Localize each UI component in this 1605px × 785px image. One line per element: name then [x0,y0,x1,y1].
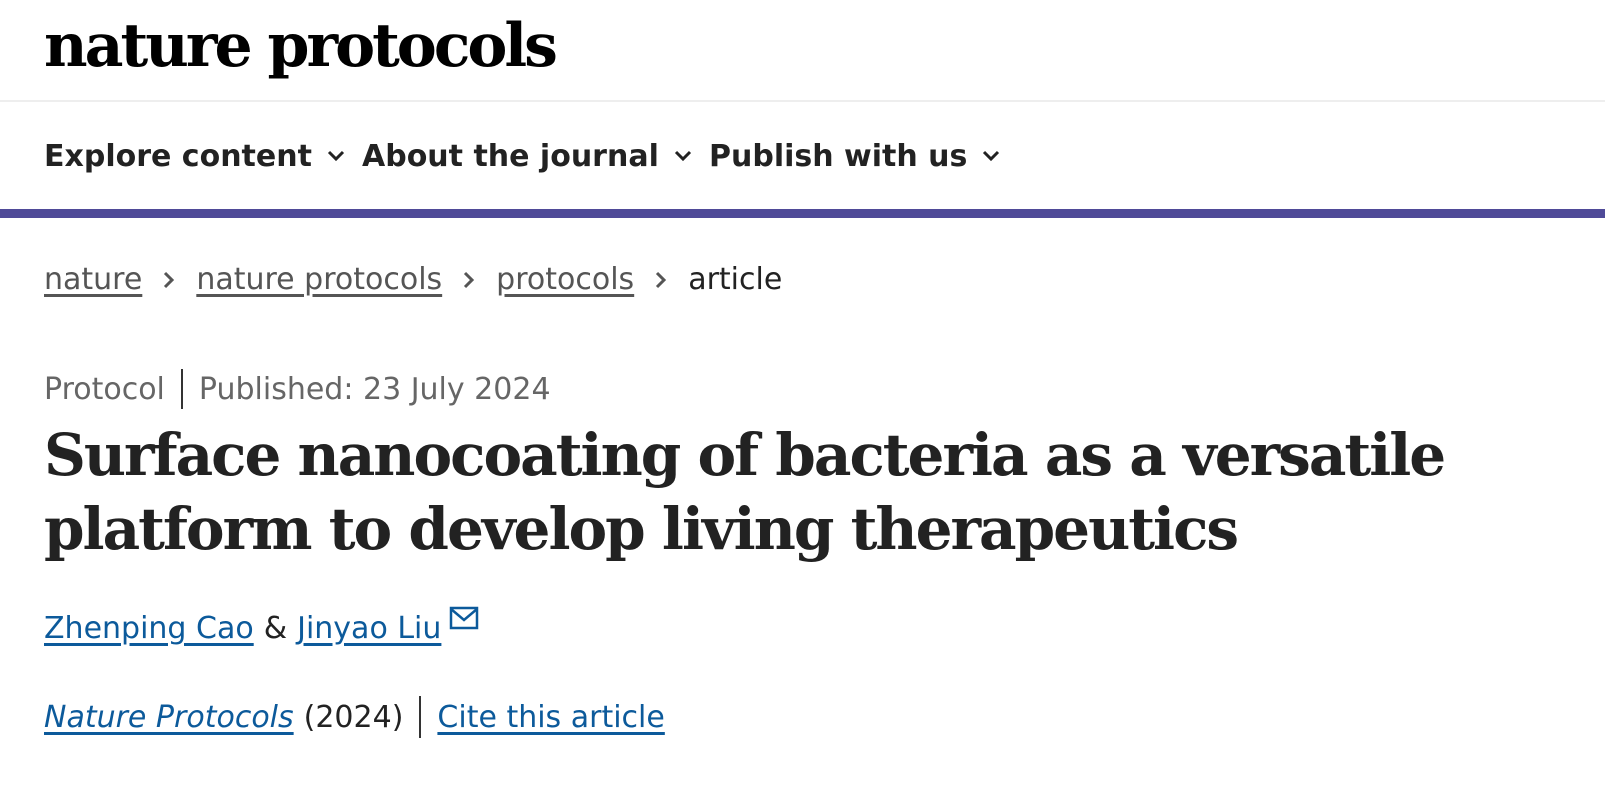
mail-icon[interactable] [449,606,479,630]
chevron-right-icon [634,262,688,297]
author-list: Zhenping Cao & Jinyao Liu [44,603,479,653]
chevron-down-icon [673,146,693,166]
author-link[interactable]: Jinyao Liu [297,611,441,646]
nav-item-label: Publish with us [709,138,968,174]
meta-divider [180,369,183,409]
accent-bar [0,209,1605,218]
article-title: Surface nanocoating of bacteria as a ver… [44,421,1446,563]
chevron-right-icon [442,262,496,297]
author-link[interactable]: Zhenping Cao [44,611,254,646]
breadcrumb-current: article [688,261,783,297]
journal-logo[interactable]: nature protocols [44,6,558,86]
chevron-right-icon [142,262,196,297]
publication-year: (2024) [303,699,404,735]
publish-date: Published: 23 July 2024 [198,371,551,407]
breadcrumb-nature[interactable]: nature [44,262,142,297]
article-type: Protocol [44,371,165,407]
nav-item-label: About the journal [362,138,659,174]
nav-item-label: Explore content [44,138,312,174]
citation-row: Nature Protocols (2024) Cite this articl… [44,692,665,742]
nav-about-journal[interactable]: About the journal [362,102,693,210]
nav-explore-content[interactable]: Explore content [44,102,346,210]
breadcrumb-nature-protocols[interactable]: nature protocols [196,262,442,297]
journal-link[interactable]: Nature Protocols [44,700,294,735]
main-nav: Explore content About the journal Publis… [0,102,1605,210]
article-meta: Protocol Published: 23 July 2024 [44,364,551,414]
cite-article-link[interactable]: Cite this article [437,700,664,735]
breadcrumb: nature nature protocols protocols articl… [44,254,782,304]
site-header: nature protocols [0,0,1605,102]
nav-publish-with-us[interactable]: Publish with us [709,102,1001,210]
chevron-down-icon [981,146,1001,166]
breadcrumb-protocols[interactable]: protocols [496,262,634,297]
citation-divider [419,696,422,738]
author-separator: & [263,610,288,646]
chevron-down-icon [326,146,346,166]
